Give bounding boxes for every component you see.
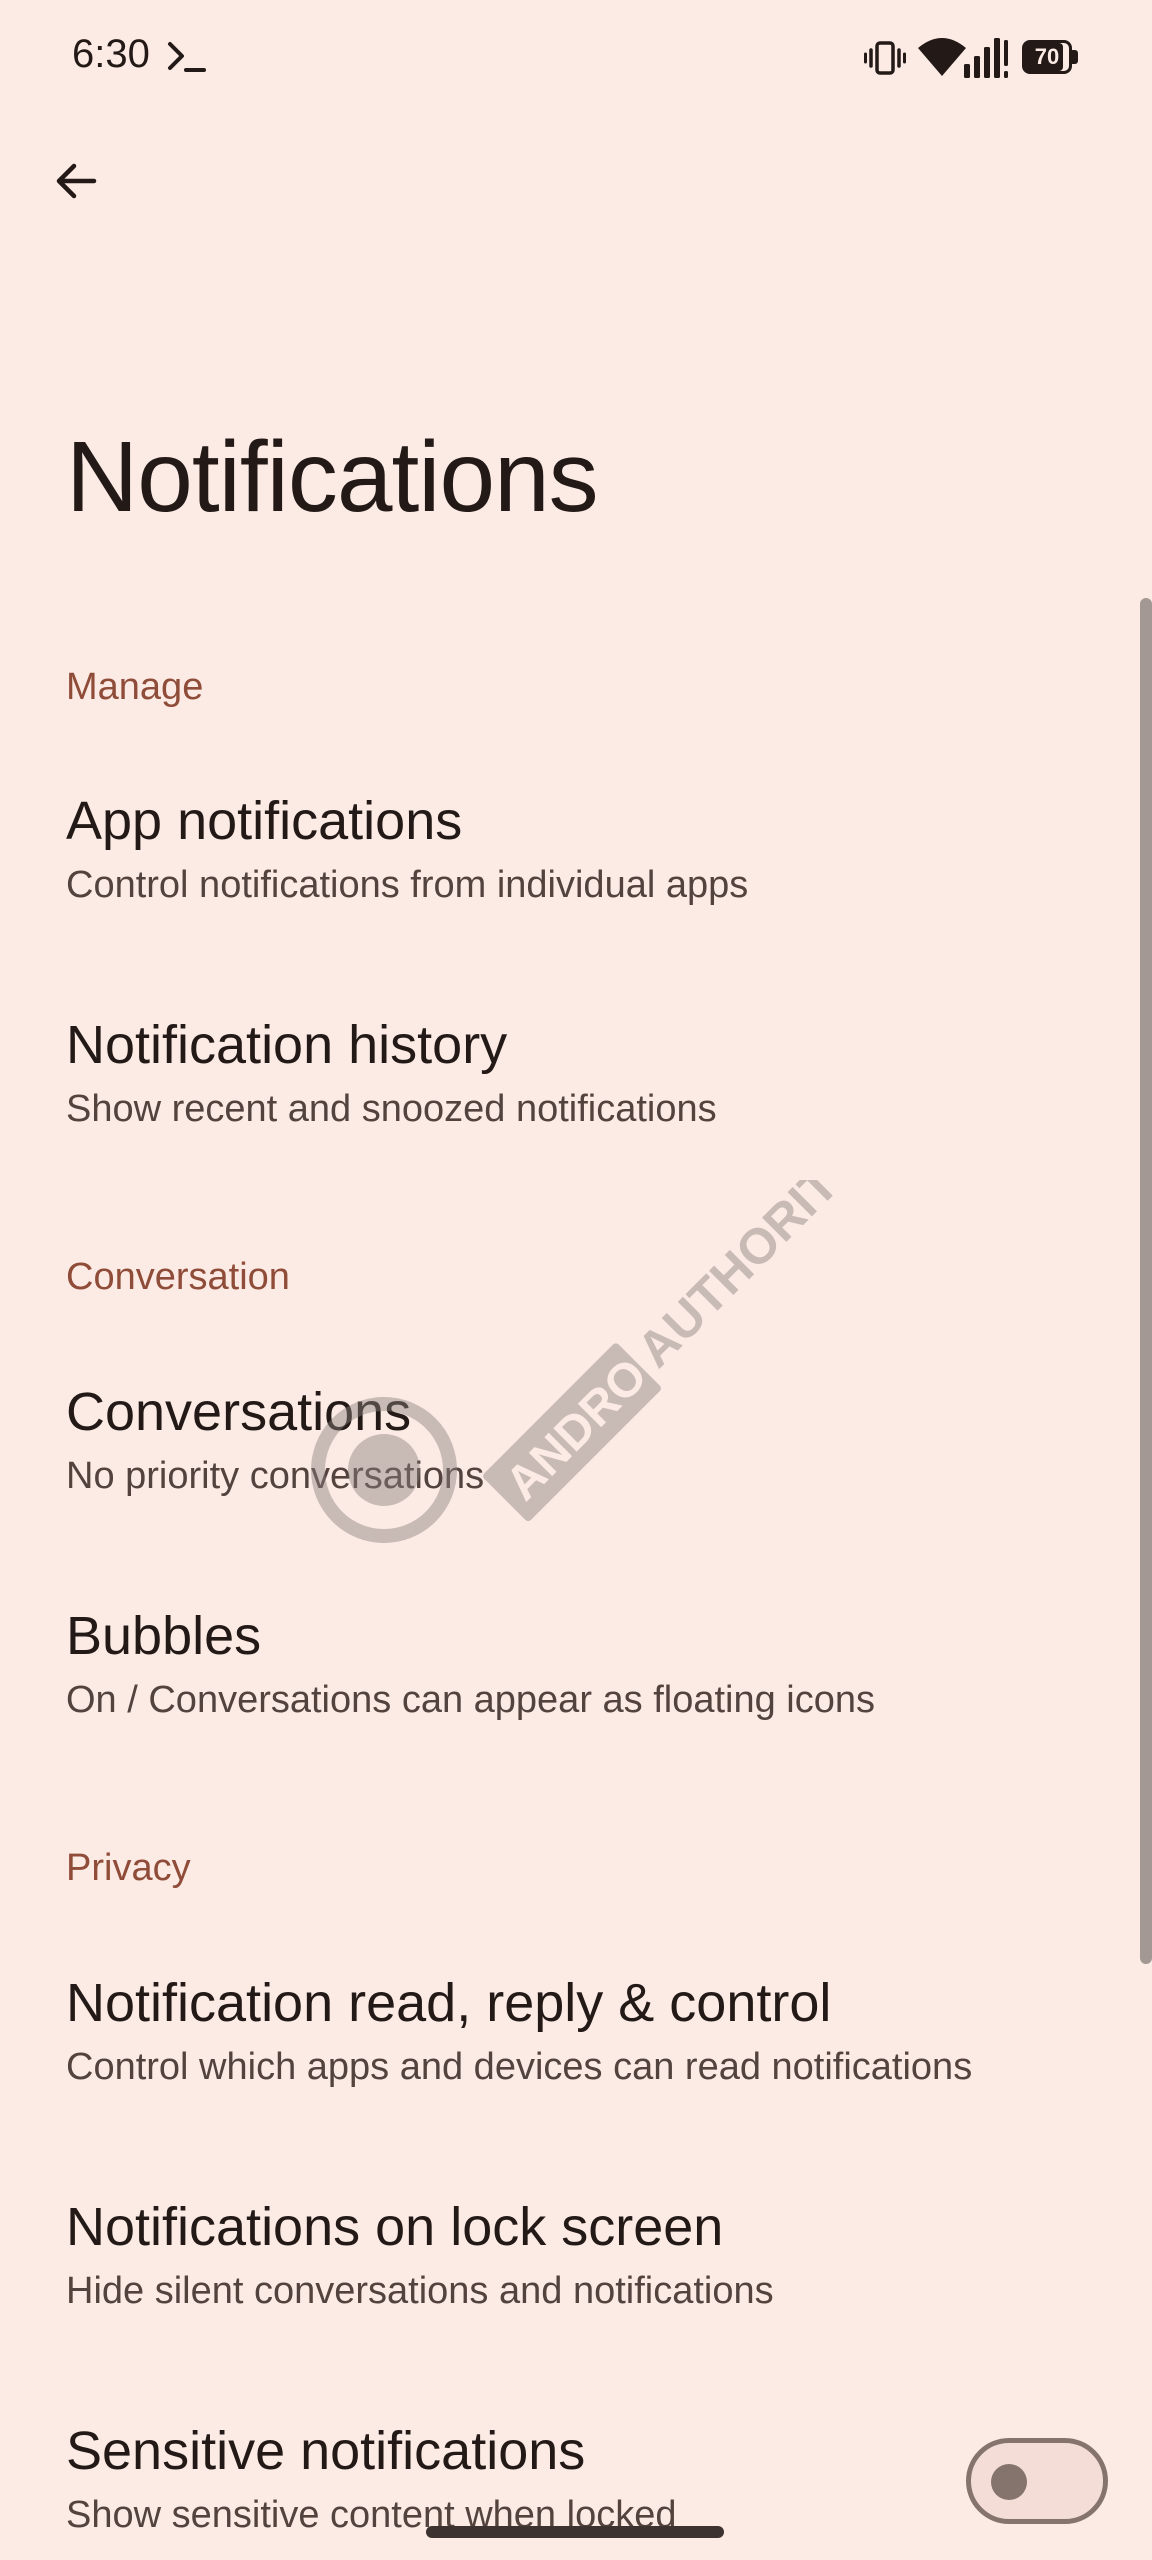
item-subtitle: Control which apps and devices can read … [66,2046,973,2088]
wifi-icon [918,38,966,76]
item-subtitle: Hide silent conversations and notificati… [66,2270,774,2312]
terminal-icon [168,42,206,72]
signal-icon [964,38,1008,78]
section-header-conversation: Conversation [66,1256,290,1298]
item-subtitle: Control notifications from individual ap… [66,864,749,906]
item-title: Notification history [66,1015,508,1075]
setting-notifications-on-lock-screen[interactable]: Notifications on lock screen Hide silent… [0,2196,1130,2346]
watermark-text-authority: AUTHORITY [626,1180,860,1378]
item-title: Notification read, reply & control [66,1973,832,2033]
item-subtitle: Show recent and snoozed notifications [66,1088,717,1130]
setting-notification-history[interactable]: Notification history Show recent and sno… [0,1014,1130,1164]
status-time: 6:30 [72,32,150,76]
page-title: Notifications [66,421,599,533]
setting-bubbles[interactable]: Bubbles On / Conversations can appear as… [0,1605,1130,1755]
status-bar: 6:30 70 [0,0,1152,116]
battery-level: 70 [1034,44,1060,69]
item-title: Sensitive notifications [66,2421,586,2481]
item-title: Notifications on lock screen [66,2197,724,2257]
notifications-settings-screen: 6:30 70 Notifications Manage App notific… [0,0,1152,2560]
item-title: App notifications [66,791,463,851]
setting-sensitive-notifications[interactable]: Sensitive notifications Show sensitive c… [0,2420,1130,2560]
item-title: Bubbles [66,1606,262,1666]
back-button[interactable] [40,145,112,217]
setting-app-notifications[interactable]: App notifications Control notifications … [0,790,1130,940]
battery-icon: 70 [1022,40,1078,74]
sensitive-notifications-toggle[interactable] [966,2438,1108,2524]
vibrate-icon [864,41,906,75]
scrollbar[interactable] [1140,598,1152,1964]
arrow-back-icon [56,163,97,199]
watermark-logo: ANDROID AUTHORITY [311,1180,860,1543]
setting-notification-read-reply-control[interactable]: Notification read, reply & control Contr… [0,1972,1130,2122]
toggle-knob [991,2464,1027,2500]
section-header-privacy: Privacy [66,1847,191,1889]
item-subtitle: On / Conversations can appear as floatin… [66,1679,876,1721]
section-header-manage: Manage [66,666,204,708]
gesture-navigation-bar[interactable] [426,2526,724,2538]
